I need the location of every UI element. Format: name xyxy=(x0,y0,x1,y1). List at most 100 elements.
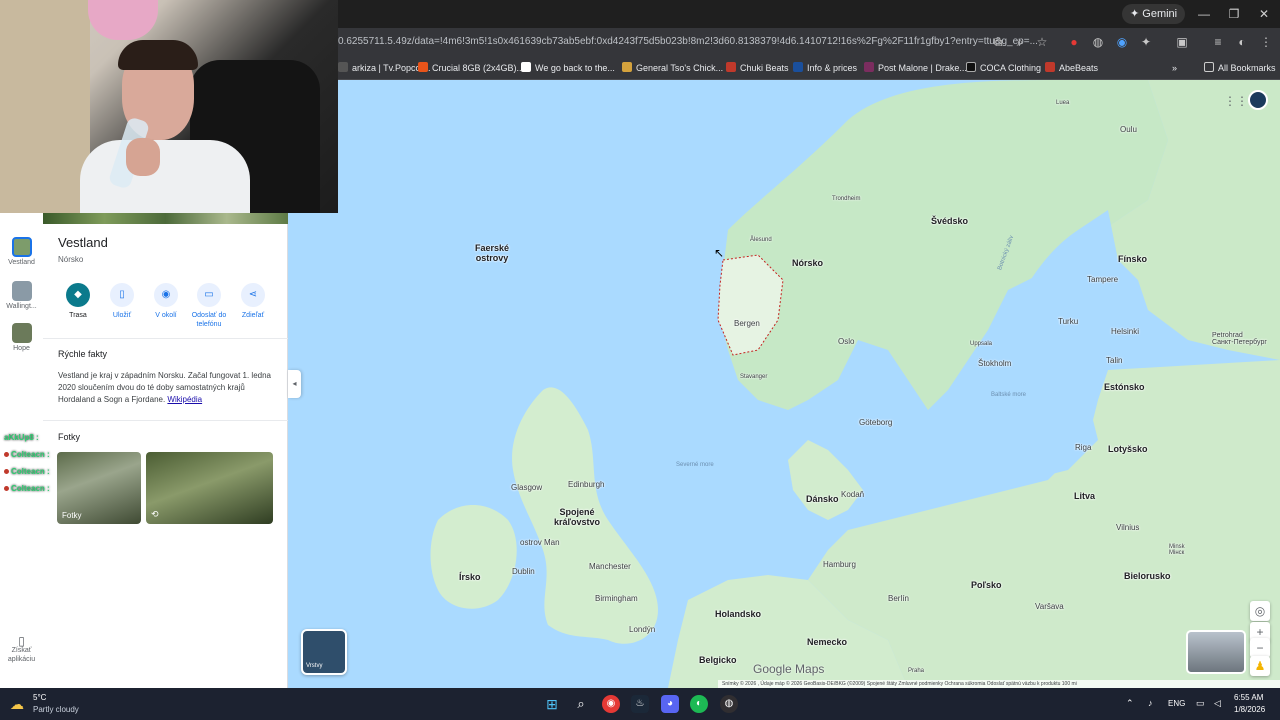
map-label[interactable]: Varšava xyxy=(1035,602,1064,611)
restore-icon[interactable]: ❐ xyxy=(1222,6,1246,22)
discord-icon[interactable]: ◕ xyxy=(661,695,679,713)
map-label[interactable]: Glasgow xyxy=(511,483,542,492)
apps-grid-icon[interactable]: ⋮⋮ xyxy=(1224,94,1248,108)
close-icon[interactable]: ✕ xyxy=(1252,6,1276,22)
map-label[interactable]: Nórsko xyxy=(792,258,823,268)
input-language[interactable]: ENG xyxy=(1168,699,1185,708)
star-icon[interactable]: ☆ xyxy=(1034,34,1050,50)
rail-item-vestland[interactable]: Vestland xyxy=(0,237,43,266)
layers-button[interactable]: Vrstvy xyxy=(301,629,347,675)
map-label[interactable]: Poľsko xyxy=(971,580,1001,590)
clock-time[interactable]: 6:55 AM xyxy=(1234,693,1263,702)
map-label[interactable]: Tampere xyxy=(1087,275,1118,284)
bookmark-item[interactable]: AbeBeats xyxy=(1045,60,1098,76)
minimize-icon[interactable]: — xyxy=(1192,6,1216,22)
volume-icon[interactable]: ◁ xyxy=(1214,698,1221,709)
bookmark-item[interactable]: arkiza | Tv.Popcor... xyxy=(338,60,431,76)
spotify-icon[interactable]: ◐ xyxy=(690,695,708,713)
map-label[interactable]: Holandsko xyxy=(715,609,761,619)
map-label[interactable]: Talin xyxy=(1106,356,1122,365)
map-label[interactable]: Spojené kráľovstvo xyxy=(554,507,600,527)
weather-temp[interactable]: 5°C xyxy=(33,693,46,702)
profile-icon[interactable]: ◐ xyxy=(1234,34,1250,50)
map-label[interactable]: Lotyšsko xyxy=(1108,444,1148,454)
map-label[interactable]: Birmingham xyxy=(595,594,638,603)
bookmark-item[interactable]: Chuki Beats xyxy=(726,60,789,76)
share-button[interactable]: ⋖ Zdieľať xyxy=(231,283,275,320)
install-icon[interactable]: ⧉ xyxy=(990,34,1006,50)
map-label[interactable]: Trondheim xyxy=(832,196,860,202)
tray-overflow-icon[interactable]: ⌃ xyxy=(1126,698,1134,709)
chrome-icon[interactable]: ◉ xyxy=(602,695,620,713)
map-label[interactable]: Estónsko xyxy=(1104,382,1145,392)
photo-thumbnail[interactable]: Fotky xyxy=(57,452,141,524)
map-label[interactable]: Edinburgh xyxy=(568,480,604,489)
map-label[interactable]: Faerské ostrovy xyxy=(475,243,509,263)
extension-icon[interactable]: ● xyxy=(1066,34,1082,50)
pegman-icon[interactable]: ♟ xyxy=(1250,656,1270,676)
map-label[interactable]: Hamburg xyxy=(823,560,856,569)
map-label[interactable]: Štokholm xyxy=(978,359,1011,368)
map-label[interactable]: Manchester xyxy=(589,562,631,571)
street-view-thumbnail[interactable] xyxy=(1186,630,1246,674)
cast-icon[interactable]: ▣ xyxy=(1174,34,1190,50)
steam-icon[interactable]: ♨ xyxy=(631,695,649,713)
map-label[interactable]: Ålesund xyxy=(750,237,772,243)
map-label[interactable]: Švédsko xyxy=(931,216,968,226)
map-label[interactable]: Vilnius xyxy=(1116,523,1139,532)
send-to-phone-button[interactable]: ▭ Odoslať do telefónu xyxy=(187,283,231,329)
my-location-icon[interactable]: ◎ xyxy=(1250,601,1270,621)
map-label[interactable]: Fínsko xyxy=(1118,254,1147,264)
media-icon[interactable]: ≡ xyxy=(1210,34,1226,50)
bookmark-item[interactable]: Post Malone | Drake... xyxy=(864,60,967,76)
map-label[interactable]: Írsko xyxy=(459,572,481,582)
bookmark-item[interactable]: COCA Clothing xyxy=(966,60,1041,76)
bookmark-item[interactable]: Info & prices xyxy=(793,60,857,76)
extensions-icon[interactable]: ✦ xyxy=(1138,34,1154,50)
weather-icon[interactable]: ☁ xyxy=(10,695,28,713)
bookmark-item[interactable]: General Tso's Chick... xyxy=(622,60,723,76)
bookmarks-overflow-button[interactable]: » xyxy=(1172,60,1177,76)
map-canvas[interactable]: ⋮⋮ ↖ Faerské ostrovy Nórsko Švédsko Fínsk… xyxy=(288,80,1280,688)
search-icon[interactable]: ⌕ xyxy=(572,695,590,713)
map-label[interactable]: Londýn xyxy=(629,625,655,634)
obs-icon[interactable]: ◍ xyxy=(720,695,738,713)
zoom-icon[interactable]: ⌕ xyxy=(1012,34,1028,50)
nearby-button[interactable]: ◉ V okolí xyxy=(144,283,188,320)
photo-360-thumbnail[interactable]: ⟲ xyxy=(146,452,273,524)
map-label[interactable]: Oulu xyxy=(1120,125,1137,134)
map-label[interactable]: Bielorusko xyxy=(1124,571,1171,581)
map-label[interactable]: Stavanger xyxy=(740,374,767,380)
map-label[interactable]: Uppsala xyxy=(970,341,992,347)
rail-item-hope[interactable]: Hope xyxy=(0,323,43,352)
map-label[interactable]: Göteborg xyxy=(859,418,892,427)
map-label[interactable]: Riga xyxy=(1075,443,1091,452)
network-icon[interactable]: ▭ xyxy=(1196,698,1205,709)
map-label[interactable]: Dublin xyxy=(512,567,535,576)
map-label[interactable]: Turku xyxy=(1058,317,1078,326)
map-label[interactable]: Belgicko xyxy=(699,655,737,665)
map-label[interactable]: Dánsko xyxy=(806,494,839,504)
map-label[interactable]: Nemecko xyxy=(807,637,847,647)
map-label[interactable]: ostrov Man xyxy=(520,538,560,547)
bookmark-item[interactable]: We go back to the... xyxy=(521,60,615,76)
map-label[interactable]: Praha xyxy=(908,668,924,674)
map-label[interactable]: Bergen xyxy=(734,319,760,328)
gemini-button[interactable]: ✦ Gemini xyxy=(1122,4,1186,24)
rail-item-wallington[interactable]: Wallingt... xyxy=(0,281,43,310)
directions-button[interactable]: ◆ Trasa xyxy=(56,283,100,320)
extension-icon[interactable]: ◍ xyxy=(1090,34,1106,50)
map-label[interactable]: Kodaň xyxy=(841,490,864,499)
zoom-out-button[interactable]: − xyxy=(1250,638,1270,658)
map-footer[interactable]: Snímky © 2026 , Údaje máp © 2026 GeoBasi… xyxy=(718,680,1280,688)
weather-description[interactable]: Partly cloudy xyxy=(33,705,79,714)
place-hero-photo[interactable] xyxy=(43,213,288,224)
map-label[interactable]: Luea xyxy=(1056,100,1069,106)
microphone-icon[interactable]: ♪ xyxy=(1148,698,1153,708)
get-app-button[interactable]: ▯ Získať aplikáciu xyxy=(0,635,43,664)
map-label[interactable]: Litva xyxy=(1074,491,1095,501)
all-bookmarks-button[interactable]: All Bookmarks xyxy=(1204,60,1276,76)
clock-date[interactable]: 1/8/2026 xyxy=(1234,705,1265,714)
map-label[interactable]: Helsinki xyxy=(1111,327,1139,336)
extension-icon[interactable]: ◉ xyxy=(1114,34,1130,50)
